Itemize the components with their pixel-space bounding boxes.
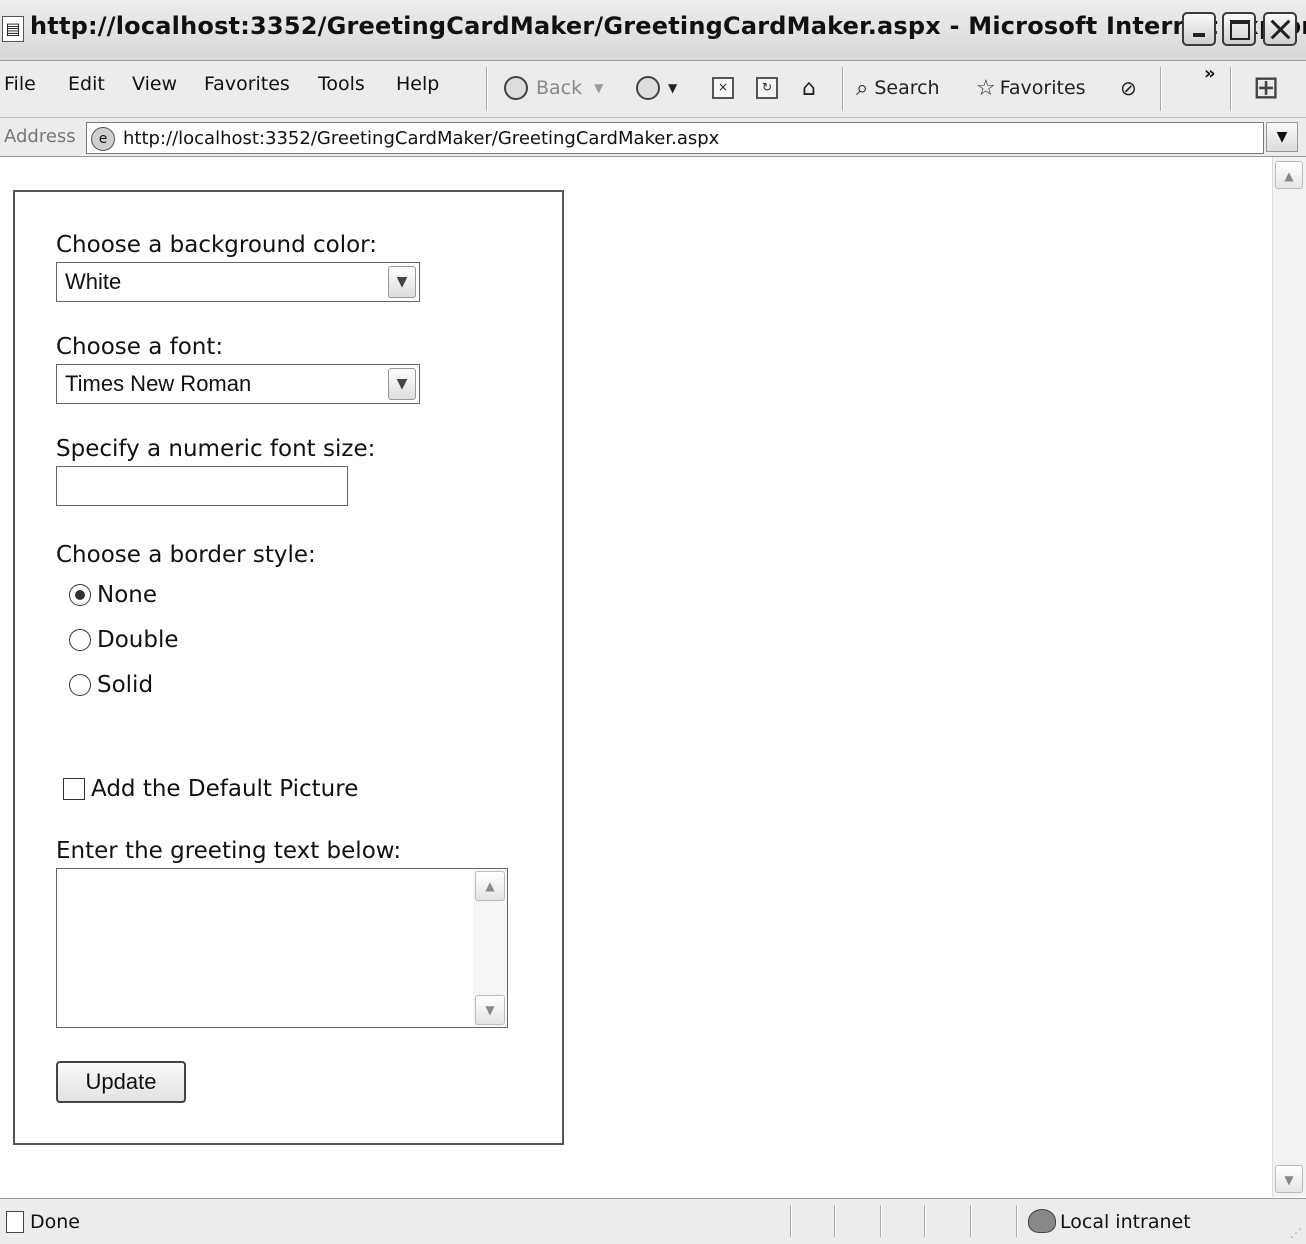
maximize-button[interactable]: [1222, 12, 1256, 46]
radio-label: Double: [97, 627, 179, 653]
toolbar-chevron[interactable]: »: [1204, 63, 1216, 84]
windows-logo-icon: ⊞: [1252, 68, 1280, 106]
menu-toolbar: File Edit View Favorites Tools Help Back…: [0, 61, 1306, 118]
textarea-scrollbar[interactable]: ▲ ▼: [473, 869, 507, 1027]
greeting-card-form-panel: Choose a background color: White ▼ Choos…: [13, 190, 564, 1145]
address-field[interactable]: e http://localhost:3352/GreetingCardMake…: [86, 122, 1264, 154]
scroll-up-icon[interactable]: ▲: [1275, 161, 1303, 189]
address-dropdown-icon[interactable]: ▼: [1266, 122, 1298, 152]
update-button[interactable]: Update: [56, 1061, 186, 1103]
status-divider: [880, 1205, 882, 1237]
greeting-textarea[interactable]: ▲ ▼: [56, 868, 508, 1028]
fontsize-label: Specify a numeric font size:: [56, 436, 376, 462]
home-icon: ⌂: [802, 75, 816, 101]
window-title: http://localhost:3352/GreetingCardMaker/…: [30, 12, 1306, 40]
menu-help[interactable]: Help: [396, 73, 439, 95]
chevron-down-icon[interactable]: ▼: [388, 266, 416, 298]
menu-edit[interactable]: Edit: [68, 73, 105, 95]
toolbar-separator: [1160, 67, 1162, 111]
status-divider: [970, 1205, 972, 1237]
radio-label: None: [97, 582, 158, 608]
toolbar-separator: [842, 67, 844, 111]
default-picture-label: Add the Default Picture: [91, 776, 359, 802]
menu-file[interactable]: File: [4, 73, 36, 95]
fontsize-input[interactable]: [56, 466, 348, 506]
ie-page-icon: e: [91, 127, 115, 151]
refresh-icon: ↻: [756, 77, 778, 99]
page-icon: [6, 1211, 24, 1233]
bgcolor-label: Choose a background color:: [56, 232, 377, 258]
back-dropdown-icon[interactable]: ▼: [594, 81, 603, 95]
star-icon: ☆: [976, 75, 996, 101]
menu-view[interactable]: View: [132, 73, 177, 95]
search-label: Search: [874, 77, 940, 99]
toolbar-separator: [1230, 67, 1232, 111]
greeting-label: Enter the greeting text below:: [56, 838, 402, 864]
border-label: Choose a border style:: [56, 542, 316, 568]
status-divider: [1016, 1205, 1018, 1237]
border-option-double[interactable]: Double: [69, 625, 179, 655]
radio-button[interactable]: [69, 584, 91, 606]
radio-button[interactable]: [69, 629, 91, 651]
scroll-up-icon[interactable]: ▲: [475, 871, 505, 901]
address-label: Address: [4, 126, 76, 147]
font-label: Choose a font:: [56, 334, 224, 360]
page-scrollbar[interactable]: ▲ ▼: [1272, 157, 1306, 1197]
home-button[interactable]: ⌂: [802, 71, 816, 105]
status-divider: [924, 1205, 926, 1237]
border-option-none[interactable]: None: [69, 580, 157, 610]
intranet-zone-icon: [1028, 1209, 1056, 1233]
scroll-down-icon[interactable]: ▼: [1275, 1165, 1303, 1193]
font-value: Times New Roman: [65, 371, 252, 396]
default-picture-option[interactable]: Add the Default Picture: [63, 774, 358, 804]
history-button[interactable]: ⊘: [1120, 71, 1137, 105]
favorites-button[interactable]: ☆ Favorites: [976, 71, 1086, 105]
status-divider: [790, 1205, 792, 1237]
forward-arrow-icon: [636, 76, 660, 100]
forward-button[interactable]: ▼: [636, 71, 677, 105]
forward-dropdown-icon[interactable]: ▼: [668, 81, 677, 95]
status-divider: [834, 1205, 836, 1237]
stop-icon: ×: [712, 77, 734, 99]
back-label: Back: [536, 77, 583, 99]
border-option-solid[interactable]: Solid: [69, 670, 153, 700]
chevron-down-icon[interactable]: ▼: [388, 368, 416, 400]
font-select[interactable]: Times New Roman ▼: [56, 364, 420, 404]
back-arrow-icon: [504, 76, 528, 100]
security-zone-text: Local intranet: [1060, 1211, 1191, 1233]
address-url[interactable]: http://localhost:3352/GreetingCardMaker/…: [123, 128, 719, 149]
search-icon: ⌕: [856, 75, 869, 101]
favorites-label: Favorites: [999, 77, 1086, 99]
radio-label: Solid: [97, 672, 154, 698]
page-content: Choose a background color: White ▼ Choos…: [0, 157, 1270, 1197]
page-icon: ▤: [2, 16, 24, 42]
refresh-button[interactable]: ↻: [756, 71, 778, 105]
title-bar: ▤ http://localhost:3352/GreetingCardMake…: [0, 0, 1306, 61]
radio-button[interactable]: [69, 674, 91, 696]
history-icon: ⊘: [1120, 76, 1137, 100]
menu-favorites[interactable]: Favorites: [204, 73, 290, 95]
close-button[interactable]: [1263, 12, 1297, 46]
status-text: Done: [30, 1211, 80, 1233]
status-bar: Done Local intranet ⋰: [0, 1198, 1306, 1244]
bgcolor-value: White: [65, 269, 122, 294]
minimize-button[interactable]: [1182, 12, 1216, 46]
bgcolor-select[interactable]: White ▼: [56, 262, 420, 302]
back-button[interactable]: Back ▼: [504, 71, 603, 105]
scroll-down-icon[interactable]: ▼: [475, 995, 505, 1025]
default-picture-checkbox[interactable]: [63, 778, 85, 800]
resize-grip-icon[interactable]: ⋰: [1290, 1226, 1302, 1240]
stop-button[interactable]: ×: [712, 71, 734, 105]
search-button[interactable]: ⌕ Search: [856, 71, 940, 105]
menu-tools[interactable]: Tools: [318, 73, 365, 95]
address-bar: Address e http://localhost:3352/Greeting…: [0, 118, 1306, 157]
toolbar-separator: [486, 67, 488, 111]
